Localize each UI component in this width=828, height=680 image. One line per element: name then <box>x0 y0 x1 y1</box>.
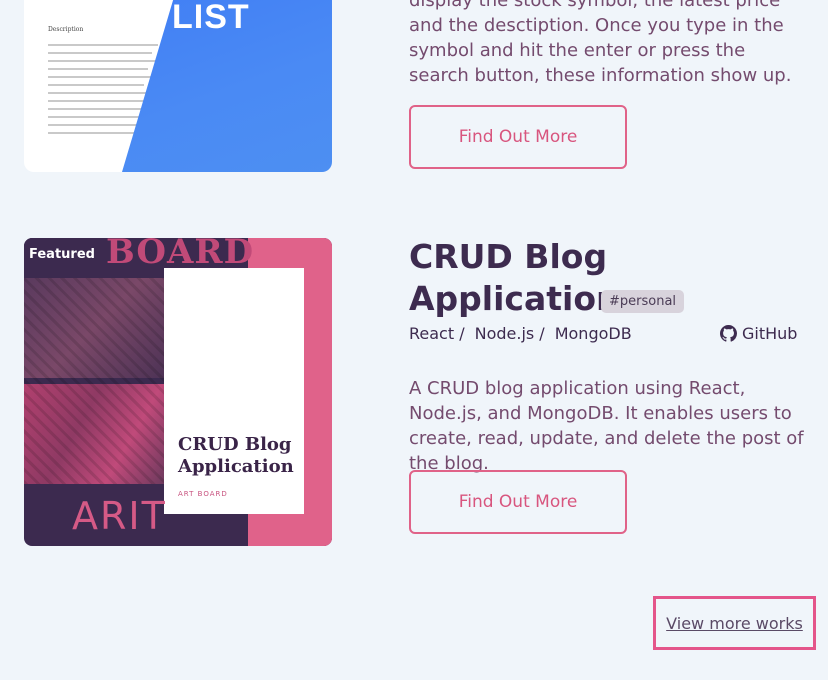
project-tag: #personal <box>601 290 685 313</box>
featured-badge: Featured <box>24 238 100 270</box>
thumbnail-poster: CRUD Blog Application ART BOARD <box>164 268 304 514</box>
project-description-stock: display the stock symbol, the latest pri… <box>409 0 792 86</box>
github-icon <box>720 325 737 342</box>
project-thumbnail-stock: Description LIST <box>24 0 332 172</box>
thumbnail-board-word: BOARD <box>106 238 255 272</box>
view-more-works-link[interactable]: View more works <box>653 596 816 650</box>
tech-stack-list: React / Node.js / MongoDB <box>409 324 642 343</box>
project-description: A CRUD blog application using React, Nod… <box>409 378 804 474</box>
find-out-more-button[interactable]: Find Out More <box>409 470 627 534</box>
github-link[interactable]: GitHub <box>720 324 797 343</box>
thumbnail-art-word: ARIT <box>72 494 167 538</box>
thumbnail-doc-heading: Description <box>48 26 84 33</box>
project-thumbnail-crud-blog[interactable]: BOARD CRUD Blog Application ART BOARD AR… <box>24 238 332 546</box>
tech-item: React / <box>409 324 465 343</box>
find-out-more-button-stock[interactable]: Find Out More <box>409 105 627 169</box>
thumbnail-poster-title: CRUD Blog Application <box>178 434 294 477</box>
tech-item: MongoDB <box>554 324 632 343</box>
tech-item: Node.js / <box>474 324 545 343</box>
github-label: GitHub <box>742 324 798 343</box>
thumbnail-list-word: LIST <box>172 0 250 36</box>
thumbnail-poster-subtitle: ART BOARD <box>178 490 228 498</box>
